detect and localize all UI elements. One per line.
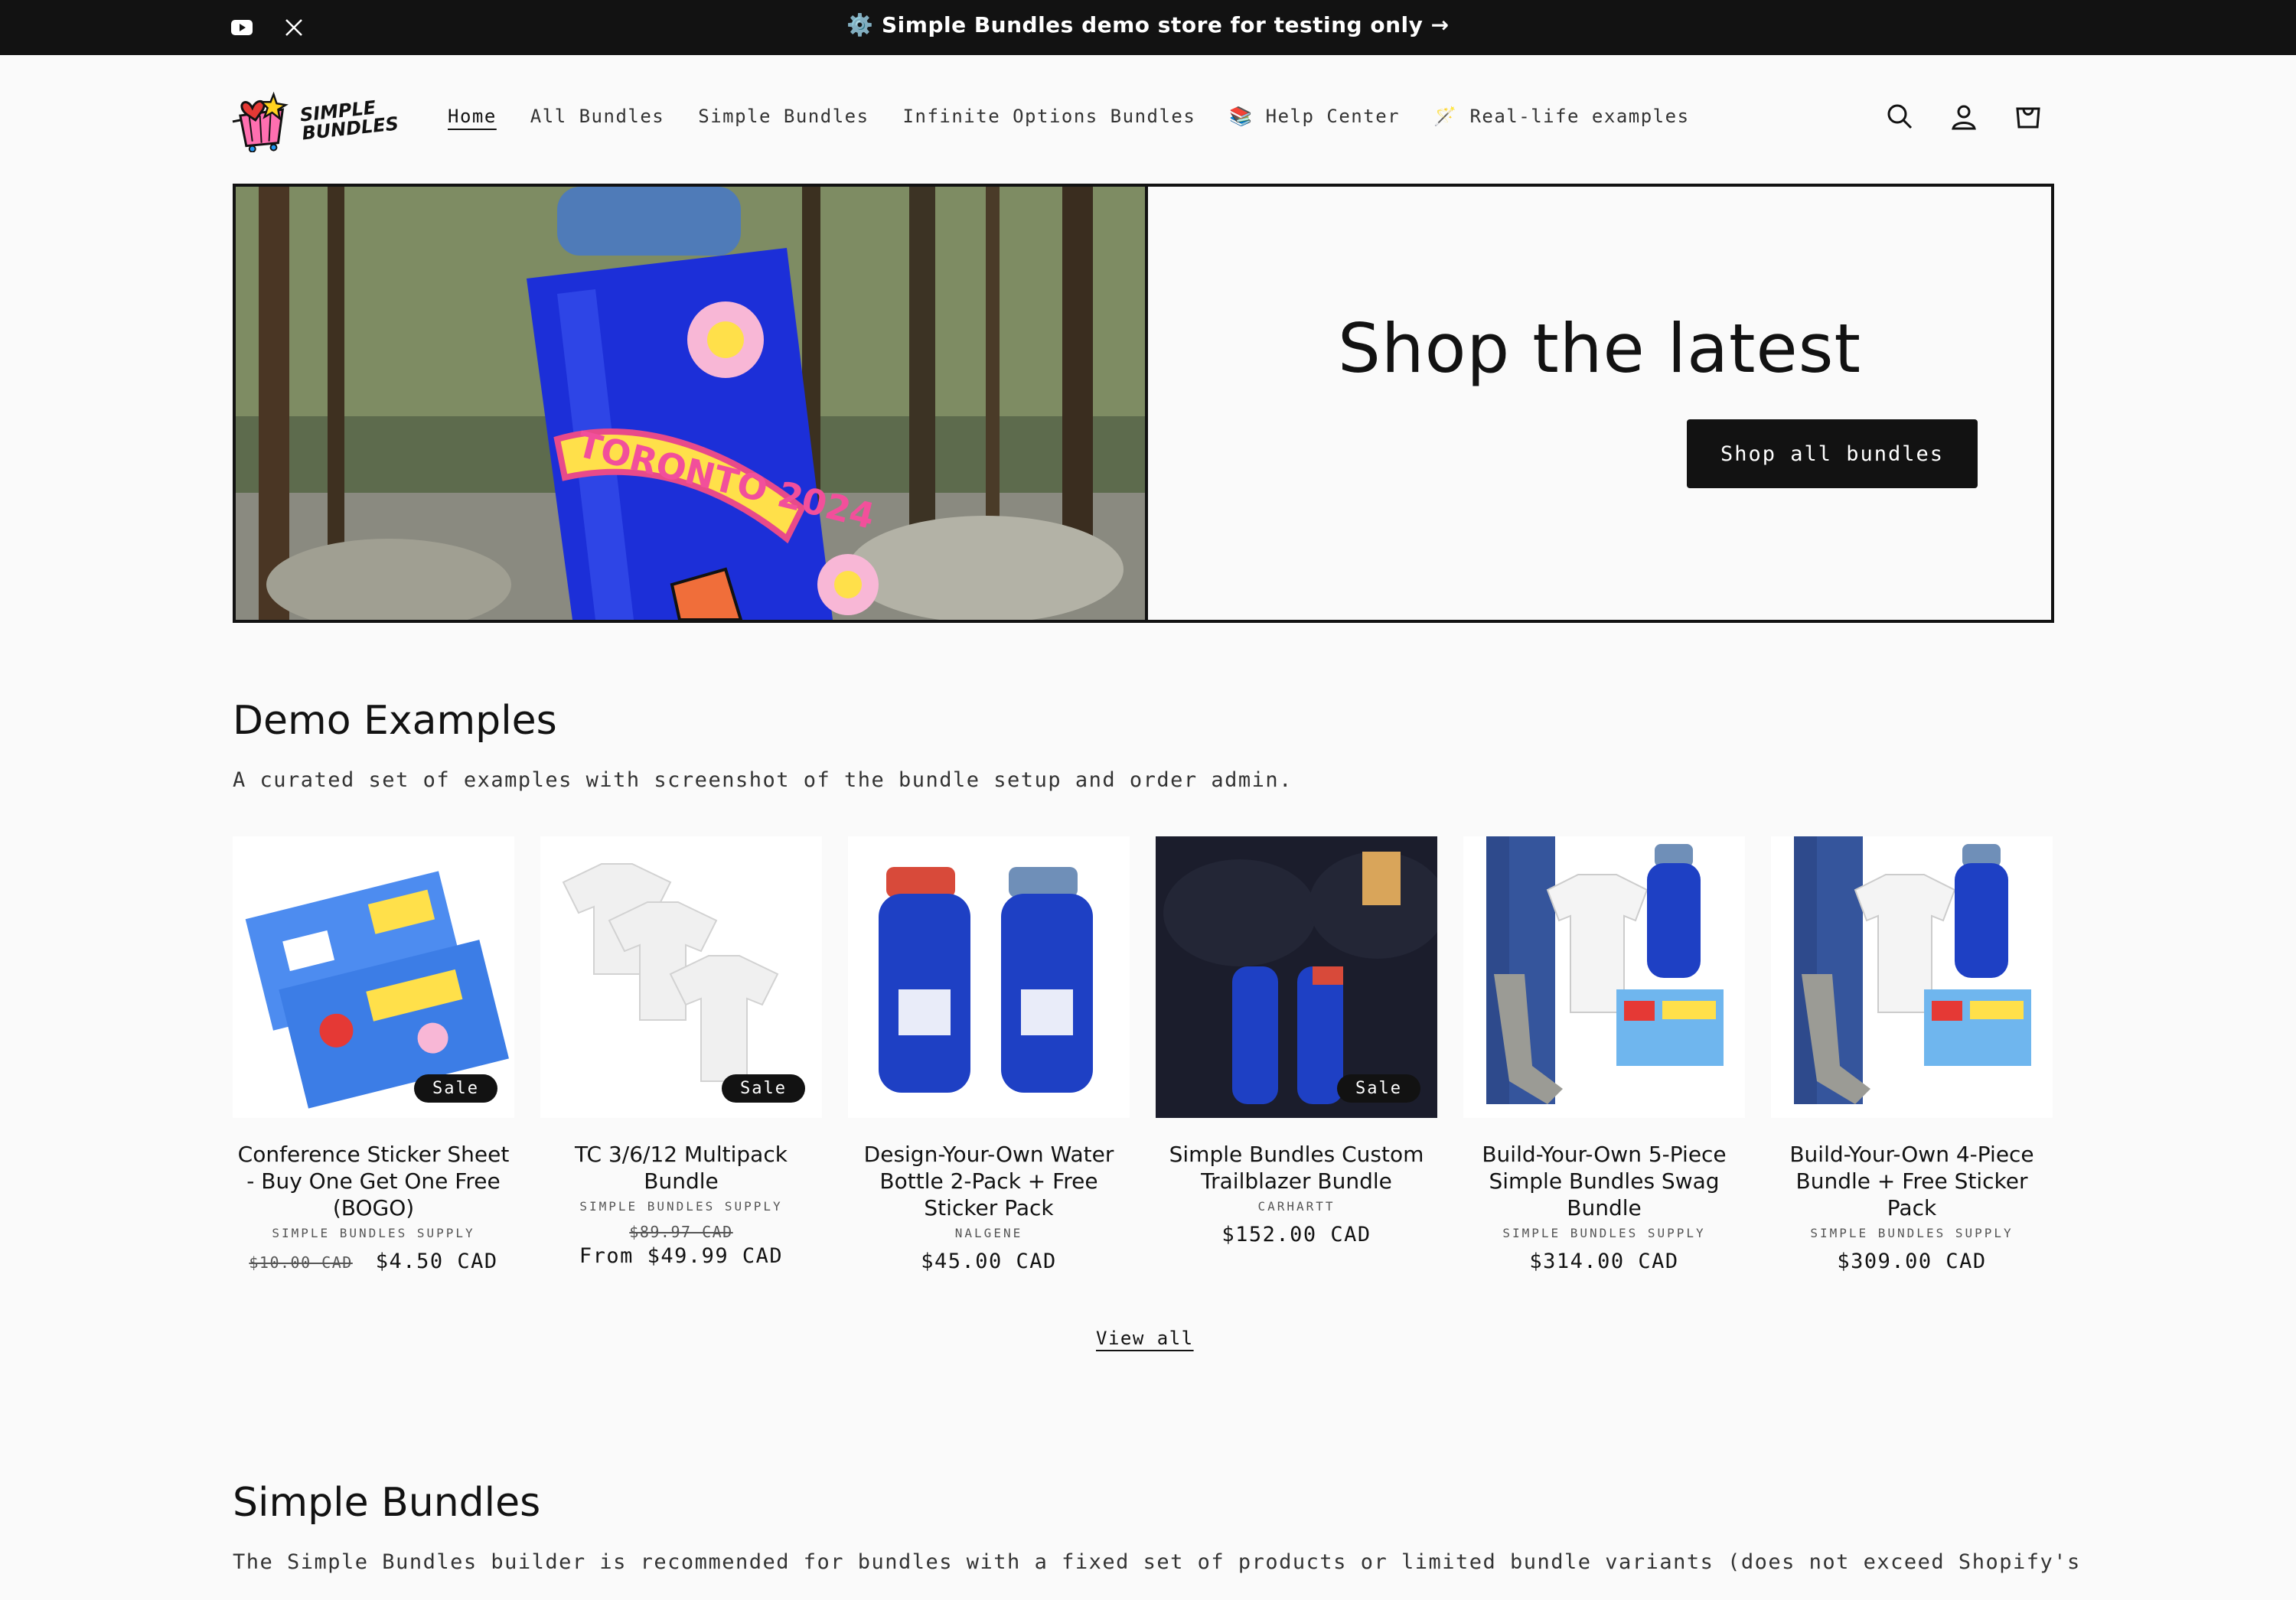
demo-examples-title: Demo Examples (233, 698, 557, 744)
regular-price: $152.00 CAD (1221, 1223, 1371, 1246)
hero-content: Shop the latest Shop all bundles (1148, 187, 2051, 620)
product-card[interactable]: Sale TC 3/6/12 Multipack Bundle SIMPLE B… (540, 836, 822, 1273)
product-card[interactable]: Design-Your-Own Water Bottle 2-Pack + Fr… (848, 836, 1130, 1273)
regular-price: $45.00 CAD (921, 1250, 1057, 1273)
product-vendor: CARHARTT (1257, 1199, 1336, 1214)
nav-help-center[interactable]: 📚 Help Center (1229, 106, 1400, 127)
hero-banner: TORONTO 2024 Shop the latest Shop all bu… (233, 184, 2054, 623)
logo-wordmark: SIMPLE BUNDLES (298, 96, 400, 145)
product-vendor: SIMPLE BUNDLES SUPPLY (272, 1226, 475, 1240)
nav-real-life-examples[interactable]: 🪄 Real-life examples (1433, 106, 1689, 127)
product-image[interactable]: Sale (1156, 836, 1437, 1118)
product-image[interactable] (848, 836, 1130, 1118)
shop-all-bundles-button[interactable]: Shop all bundles (1687, 419, 1978, 488)
main-nav: Home All Bundles Simple Bundles Infinite… (448, 106, 1690, 127)
product-name[interactable]: Build-Your-Own 4-Piece Bundle + Free Sti… (1771, 1141, 2053, 1221)
view-all-link[interactable]: View all (1096, 1328, 1194, 1349)
nav-all-bundles[interactable]: All Bundles (530, 106, 664, 127)
simple-bundles-description: The Simple Bundles builder is recommende… (233, 1550, 2081, 1574)
product-vendor: SIMPLE BUNDLES SUPPLY (579, 1199, 783, 1214)
product-price: $10.00 CAD $4.50 CAD (233, 1250, 514, 1273)
product-price: $89.97 CAD From $49.99 CAD (540, 1223, 822, 1268)
compare-at-price: $89.97 CAD (629, 1223, 733, 1241)
header-actions (1884, 101, 2043, 132)
cart-icon[interactable] (2013, 101, 2043, 132)
product-price: $45.00 CAD (848, 1250, 1130, 1273)
product-vendor: SIMPLE BUNDLES SUPPLY (1502, 1226, 1706, 1240)
regular-price: $309.00 CAD (1837, 1250, 1987, 1273)
hero-title: Shop the latest (1337, 309, 1862, 388)
announcement-bar: ⚙️ Simple Bundles demo store for testing… (0, 0, 2296, 55)
sale-badge: Sale (1337, 1074, 1420, 1103)
product-name[interactable]: TC 3/6/12 Multipack Bundle (540, 1141, 822, 1194)
search-icon[interactable] (1884, 101, 1915, 132)
product-name[interactable]: Design-Your-Own Water Bottle 2-Pack + Fr… (848, 1141, 1130, 1221)
product-image[interactable] (1771, 836, 2053, 1118)
product-card[interactable]: Build-Your-Own 5-Piece Simple Bundles Sw… (1463, 836, 1745, 1273)
product-card[interactable]: Sale Simple Bundles Custom Trailblazer B… (1156, 836, 1437, 1273)
product-image[interactable]: Sale (540, 836, 822, 1118)
sale-badge: Sale (414, 1074, 497, 1103)
hero-image: TORONTO 2024 (236, 187, 1145, 620)
logo[interactable]: SIMPLE BUNDLES (230, 84, 400, 155)
demo-examples-description: A curated set of examples with screensho… (233, 768, 1293, 792)
site-header: SIMPLE BUNDLES Home All Bundles Simple B… (0, 55, 2296, 182)
product-image[interactable] (1463, 836, 1745, 1118)
sale-price: From $49.99 CAD (579, 1244, 784, 1268)
product-card[interactable]: Sale Conference Sticker Sheet - Buy One … (233, 836, 514, 1273)
logo-icon (232, 91, 289, 152)
announcement-message[interactable]: ⚙️ Simple Bundles demo store for testing… (0, 12, 2296, 37)
product-image[interactable]: Sale (233, 836, 514, 1118)
sale-price: $4.50 CAD (375, 1250, 498, 1273)
sale-badge: Sale (722, 1074, 805, 1103)
product-price: $314.00 CAD (1463, 1250, 1745, 1273)
nav-simple-bundles[interactable]: Simple Bundles (698, 106, 869, 127)
nav-home[interactable]: Home (448, 106, 497, 127)
product-card[interactable]: Build-Your-Own 4-Piece Bundle + Free Sti… (1771, 836, 2053, 1273)
product-price: $309.00 CAD (1771, 1250, 2053, 1273)
product-name[interactable]: Conference Sticker Sheet - Buy One Get O… (233, 1141, 514, 1221)
product-name[interactable]: Build-Your-Own 5-Piece Simple Bundles Sw… (1463, 1141, 1745, 1221)
product-vendor: NALGENE (954, 1226, 1023, 1240)
product-name[interactable]: Simple Bundles Custom Trailblazer Bundle (1156, 1141, 1437, 1194)
product-vendor: SIMPLE BUNDLES SUPPLY (1810, 1226, 2014, 1240)
account-icon[interactable] (1949, 101, 1979, 132)
nav-infinite-options-bundles[interactable]: Infinite Options Bundles (903, 106, 1196, 127)
simple-bundles-title: Simple Bundles (233, 1480, 541, 1526)
compare-at-price: $10.00 CAD (249, 1253, 353, 1272)
product-price: $152.00 CAD (1156, 1223, 1437, 1246)
product-grid: Sale Conference Sticker Sheet - Buy One … (233, 836, 2054, 1273)
regular-price: $314.00 CAD (1529, 1250, 1679, 1273)
